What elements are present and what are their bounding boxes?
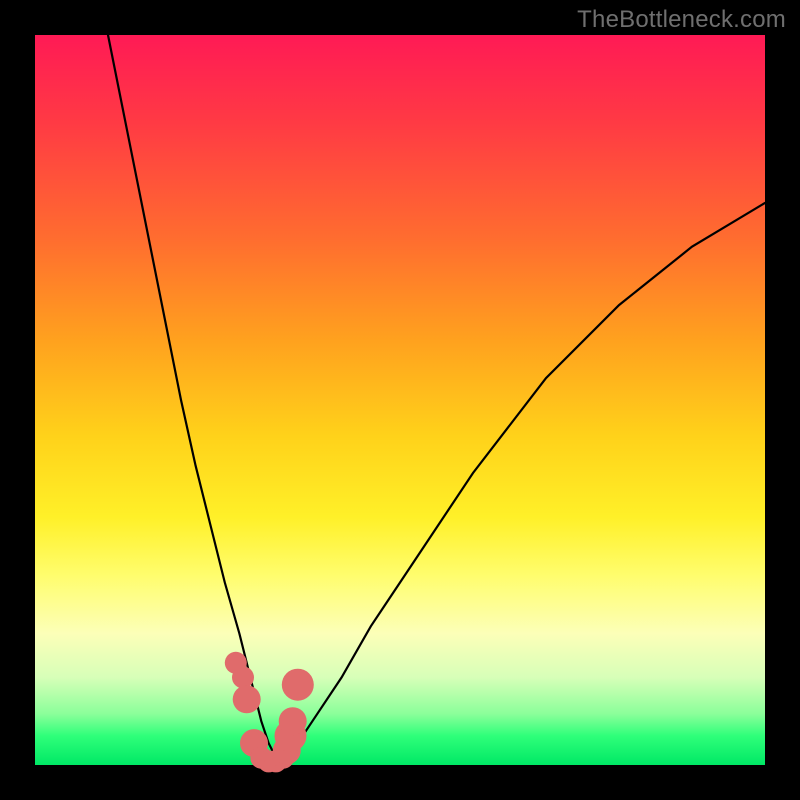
highlight-markers	[225, 652, 314, 773]
highlight-marker	[233, 685, 261, 713]
watermark-text: TheBottleneck.com	[577, 6, 786, 34]
highlight-marker	[232, 666, 254, 688]
plot-area	[35, 35, 765, 765]
highlight-marker	[282, 669, 314, 701]
bottleneck-curve-line	[108, 35, 765, 758]
chart-frame: TheBottleneck.com	[0, 0, 800, 800]
curve-svg	[35, 35, 765, 765]
highlight-marker	[279, 707, 307, 735]
